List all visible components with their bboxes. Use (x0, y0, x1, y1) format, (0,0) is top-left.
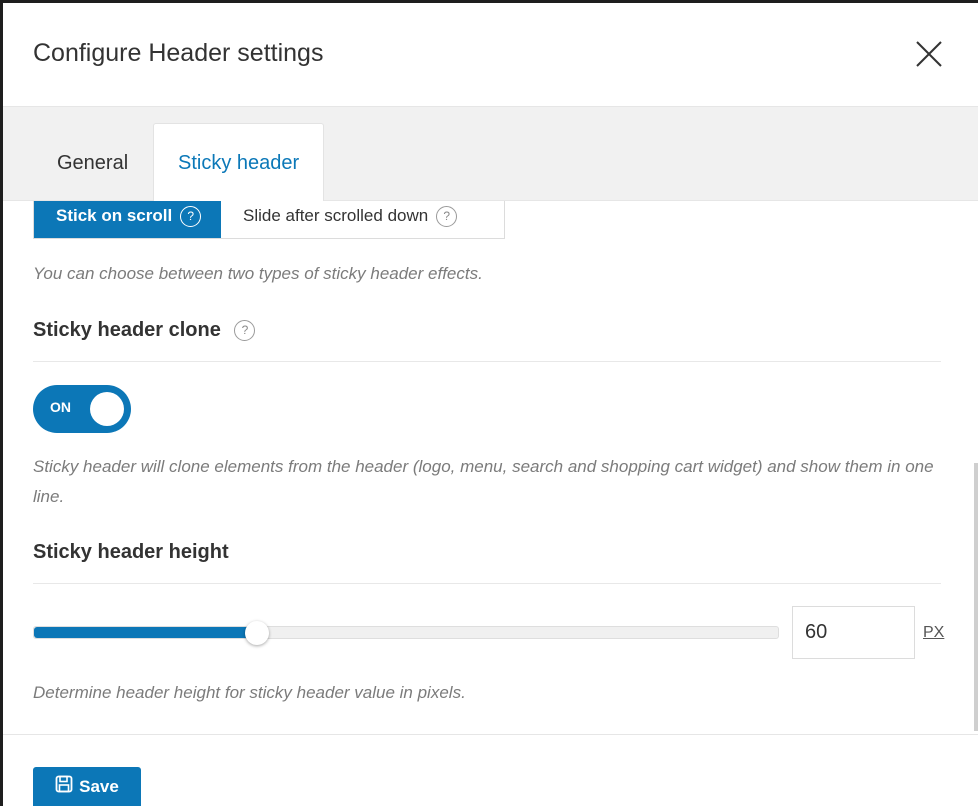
help-icon[interactable]: ? (436, 205, 458, 227)
sticky-height-label-row: Sticky header height (33, 541, 941, 584)
slider-fill (34, 627, 258, 638)
modal-header: Configure Header settings (3, 3, 978, 107)
sticky-height-label: Sticky header height (33, 541, 229, 563)
close-icon[interactable] (914, 39, 944, 69)
sticky-height-description: Determine header height for sticky heade… (33, 683, 466, 702)
tab-general[interactable]: General (33, 123, 153, 202)
sticky-height-input[interactable] (792, 606, 915, 659)
sticky-effect-selector: Stick on scroll ? Slide after scrolled d… (33, 201, 505, 239)
sticky-header-panel: Stick on scroll ? Slide after scrolled d… (3, 201, 978, 734)
sticky-clone-toggle[interactable]: ON (33, 385, 131, 433)
save-label: Save (79, 776, 119, 796)
unit-label[interactable]: PX (923, 624, 944, 642)
option-slide-after-scrolled[interactable]: Slide after scrolled down ? (221, 201, 458, 238)
help-icon[interactable]: ? (180, 205, 202, 227)
option-slide-after-scrolled-label: Slide after scrolled down (243, 206, 429, 225)
save-button[interactable]: Save (33, 767, 141, 806)
modal-footer: Save (3, 734, 978, 806)
tab-sticky-header[interactable]: Sticky header (153, 123, 325, 203)
tab-bar: General Sticky header (3, 107, 978, 203)
option-stick-on-scroll[interactable]: Stick on scroll ? (34, 201, 221, 238)
content-scrollbar[interactable] (974, 463, 978, 731)
help-icon[interactable]: ? (234, 320, 256, 341)
toggle-state-text: ON (50, 399, 71, 415)
sticky-clone-description: Sticky header will clone elements from t… (33, 457, 934, 506)
configure-header-modal: Configure Header settings General Sticky… (3, 3, 978, 806)
modal-title: Configure Header settings (33, 39, 324, 67)
sticky-clone-label: Sticky header clone (33, 319, 221, 341)
toggle-knob (90, 392, 124, 426)
option-stick-on-scroll-label: Stick on scroll (56, 206, 173, 225)
slider-handle[interactable] (245, 621, 270, 645)
save-icon (55, 775, 73, 798)
sticky-effect-description: You can choose between two types of stic… (33, 264, 483, 283)
sticky-height-slider[interactable] (33, 621, 779, 645)
sticky-clone-label-row: Sticky header clone ? (33, 319, 941, 362)
